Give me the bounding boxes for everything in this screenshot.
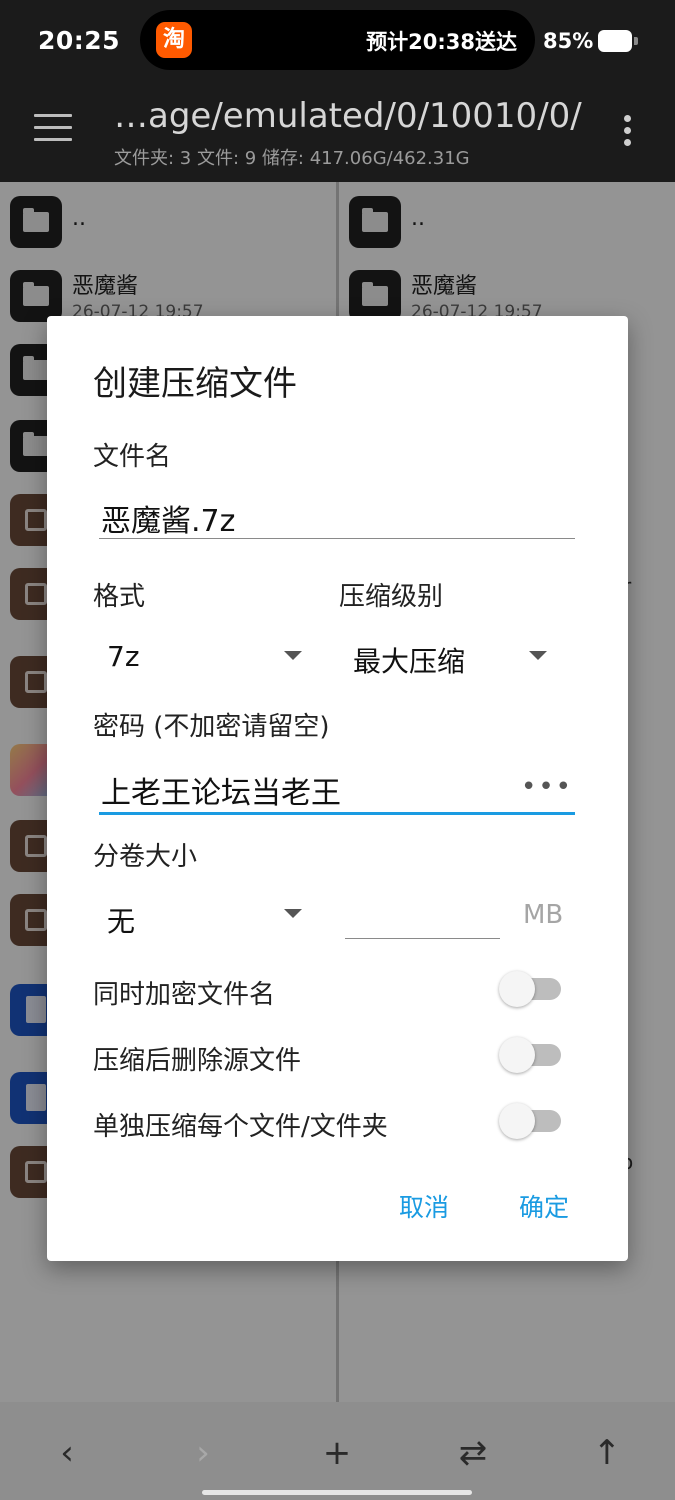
compression-level-label: 压缩级别 — [339, 582, 444, 612]
parent-folder-icon[interactable]: ↑ — [582, 1428, 632, 1478]
format-select[interactable]: 7z — [107, 640, 140, 673]
split-size-label: 分卷大小 — [93, 842, 198, 872]
menu-icon[interactable] — [34, 114, 72, 144]
filename-input[interactable]: 恶魔酱.7z — [101, 496, 235, 540]
encrypt-filenames-label: 同时加密文件名 — [93, 980, 276, 1010]
format-dropdown-icon[interactable] — [284, 651, 302, 660]
filename-label: 文件名 — [93, 442, 172, 472]
password-underline — [99, 812, 575, 815]
app-bar: …age/emulated/0/10010/0/ 文件夹: 3 文件: 9 储存… — [0, 82, 675, 182]
separate-archives-toggle[interactable] — [499, 1102, 561, 1139]
status-bar: 20:25 淘 预计20:38送达 85% — [0, 0, 675, 82]
compression-level-select[interactable]: 最大压缩 — [353, 640, 465, 680]
format-label: 格式 — [93, 582, 146, 612]
delete-source-toggle[interactable] — [499, 1036, 561, 1073]
level-dropdown-icon[interactable] — [529, 651, 547, 660]
bottom-toolbar: ‹ › + ⇄ ↑ — [0, 1402, 675, 1500]
password-visibility-icon[interactable]: ••• — [521, 772, 573, 802]
password-input[interactable]: 上老王论坛当老王 — [101, 768, 341, 812]
split-select[interactable]: 无 — [107, 900, 135, 940]
storage-info: 文件夹: 3 文件: 9 储存: 417.06G/462.31G — [114, 148, 470, 169]
dynamic-island[interactable]: 淘 预计20:38送达 — [140, 10, 535, 70]
password-label: 密码 (不加密请留空) — [93, 712, 330, 742]
ok-button[interactable]: 确定 — [519, 1188, 569, 1224]
home-indicator[interactable] — [202, 1490, 472, 1495]
cancel-button[interactable]: 取消 — [399, 1188, 449, 1224]
clock: 20:25 — [38, 26, 121, 55]
swap-panes-icon[interactable]: ⇄ — [448, 1428, 498, 1478]
filename-underline — [99, 538, 575, 539]
split-dropdown-icon[interactable] — [284, 909, 302, 918]
forward-icon[interactable]: › — [178, 1428, 228, 1478]
back-icon[interactable]: ‹ — [42, 1428, 92, 1478]
encrypt-filenames-toggle[interactable] — [499, 970, 561, 1007]
split-unit: MB — [523, 900, 564, 930]
more-options-icon[interactable] — [624, 115, 634, 151]
current-path[interactable]: …age/emulated/0/10010/0/ — [114, 96, 582, 136]
add-icon[interactable]: + — [312, 1428, 362, 1478]
taobao-app-icon: 淘 — [156, 22, 192, 58]
split-size-underline — [345, 938, 500, 939]
create-archive-dialog: 创建压缩文件 文件名 恶魔酱.7z 格式 压缩级别 7z 最大压缩 密码 (不加… — [47, 316, 628, 1261]
delivery-eta: 预计20:38送达 — [366, 30, 517, 54]
battery-percent: 85% — [543, 29, 594, 53]
battery-icon — [598, 30, 638, 52]
delete-source-label: 压缩后删除源文件 — [93, 1046, 302, 1076]
separate-archives-label: 单独压缩每个文件/文件夹 — [93, 1112, 388, 1142]
dialog-title: 创建压缩文件 — [93, 364, 297, 404]
